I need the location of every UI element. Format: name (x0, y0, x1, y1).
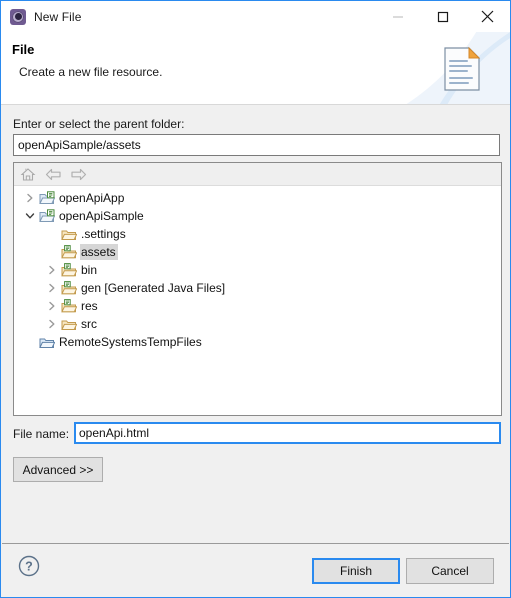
tree-toolbar (14, 163, 501, 186)
tree-row-label: gen [Generated Java Files] (81, 281, 226, 295)
tree-row[interactable]: assets (14, 243, 501, 261)
chevron-right-icon[interactable] (44, 279, 60, 297)
parent-folder-input[interactable] (13, 134, 500, 156)
title-bar: New File (1, 1, 510, 32)
tree-row[interactable]: bin (14, 261, 501, 279)
source-folder-icon (60, 280, 78, 296)
tree-row[interactable]: .settings (14, 225, 501, 243)
tree-row-label: src (81, 317, 97, 331)
source-folder-icon (60, 244, 78, 260)
tree-row-label: res (81, 299, 98, 313)
tree-row-label: openApiSample (59, 209, 144, 223)
project-folder-icon (38, 190, 56, 206)
new-file-document-icon (441, 46, 483, 92)
chevron-right-icon[interactable] (44, 297, 60, 315)
tree-row-label: openApiApp (59, 191, 125, 205)
tree-row-label: RemoteSystemsTempFiles (59, 335, 202, 349)
forward-arrow-icon[interactable] (68, 165, 88, 183)
project-folder-icon (38, 208, 56, 224)
file-name-label: File name: (13, 427, 70, 441)
tree-row[interactable]: RemoteSystemsTempFiles (14, 333, 501, 351)
new-file-dialog: New File File Create a new file resource… (0, 0, 511, 598)
advanced-button[interactable]: Advanced >> (13, 457, 103, 482)
window-title: New File (34, 9, 82, 24)
eclipse-gear-icon (10, 8, 26, 25)
file-name-input[interactable] (74, 422, 501, 444)
tree-row[interactable]: res (14, 297, 501, 315)
minimize-icon[interactable] (375, 2, 420, 31)
back-arrow-icon[interactable] (43, 165, 63, 183)
page-subtitle: Create a new file resource. (19, 65, 163, 79)
tree-row[interactable]: openApiSample (14, 207, 501, 225)
dialog-body: Enter or select the parent folder: openA… (2, 105, 509, 535)
chevron-right-icon[interactable] (22, 189, 38, 207)
close-icon[interactable] (465, 2, 510, 31)
folder-tree-panel: openApiApp openApiSample .settings assets bi… (13, 162, 502, 416)
help-question-icon[interactable]: ? (17, 554, 41, 578)
source-folder-icon (60, 262, 78, 278)
page-title: File (12, 42, 35, 57)
parent-folder-label: Enter or select the parent folder: (13, 117, 185, 131)
tree-row-label: assets (80, 244, 118, 260)
cancel-button[interactable]: Cancel (406, 558, 494, 584)
finish-button[interactable]: Finish (312, 558, 400, 584)
maximize-icon[interactable] (420, 2, 465, 31)
source-folder-icon (60, 298, 78, 314)
dialog-footer: ? Finish Cancel (2, 544, 509, 597)
dialog-header: File Create a new file resource. (1, 32, 510, 105)
chevron-right-icon[interactable] (44, 315, 60, 333)
folder-tree[interactable]: openApiApp openApiSample .settings assets bi… (14, 186, 501, 351)
chevron-right-icon[interactable] (44, 261, 60, 279)
tree-row[interactable]: src (14, 315, 501, 333)
tree-row[interactable]: openApiApp (14, 189, 501, 207)
tree-row-label: .settings (81, 227, 126, 241)
tree-row[interactable]: gen [Generated Java Files] (14, 279, 501, 297)
remote-folder-icon (38, 334, 56, 350)
folder-icon (60, 226, 78, 242)
folder-icon (60, 316, 78, 332)
home-icon[interactable] (18, 165, 38, 183)
svg-text:?: ? (25, 560, 33, 574)
tree-row-label: bin (81, 263, 98, 277)
chevron-down-icon[interactable] (22, 207, 38, 225)
